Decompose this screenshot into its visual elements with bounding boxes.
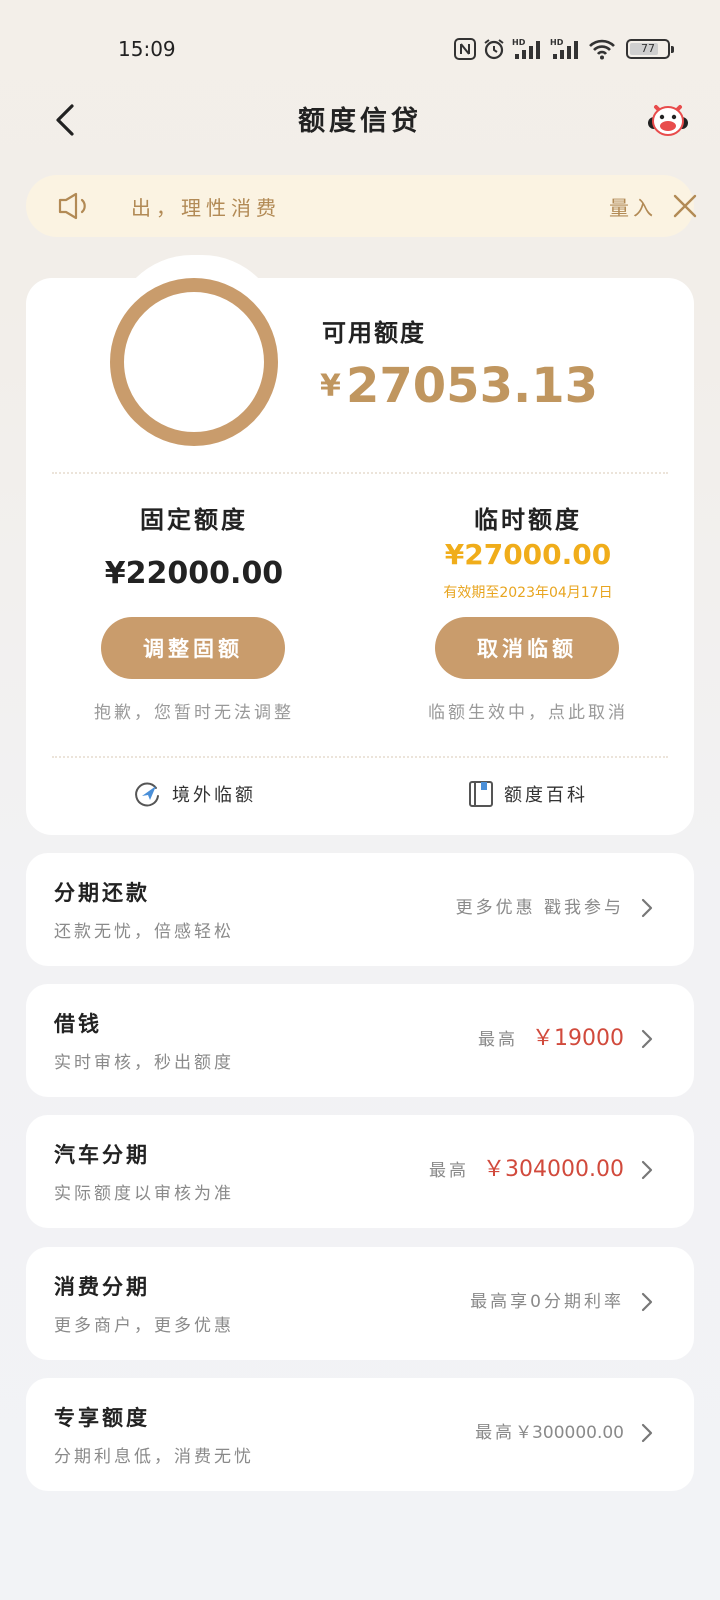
overseas-temp-credit-link[interactable]: 境外临额 [134, 780, 256, 808]
notice-link[interactable]: 量入 [609, 192, 657, 221]
service-highlight-amount: ￥304000.00 [483, 1157, 624, 1182]
service-car-installment[interactable]: 汽车分期 实际额度以审核为准 最高 ￥304000.00 [26, 1115, 694, 1228]
plane-globe-icon [135, 782, 159, 807]
alarm-icon [484, 39, 504, 60]
service-right-text: 最高￥300000.00 [475, 1418, 624, 1443]
close-icon[interactable] [672, 193, 698, 219]
temp-credit-title: 临时额度 [474, 505, 582, 534]
available-amount: ¥ 27053.13 [320, 358, 598, 414]
service-subtitle: 更多商户，更多优惠 [54, 1316, 234, 1336]
service-exclusive-credit[interactable]: 专享额度 分期利息低，消费无忧 最高￥300000.00 [26, 1378, 694, 1491]
service-consumer-installment[interactable]: 消费分期 更多商户，更多优惠 最高享0分期利率 [26, 1247, 694, 1360]
fixed-credit-title: 固定额度 [140, 505, 248, 534]
service-borrow[interactable]: 借钱 实时审核，秒出额度 最高 ￥19000 [26, 984, 694, 1097]
service-right-text: 最高 ￥19000 [478, 1020, 624, 1052]
service-title: 借钱 [54, 1011, 102, 1036]
credit-wiki-link[interactable]: 额度百科 [468, 780, 588, 808]
cancel-temp-button[interactable]: 取消临额 [435, 617, 619, 679]
battery-indicator: 77 [626, 39, 674, 59]
status-time: 15:09 [118, 37, 176, 61]
chevron-right-icon [641, 1160, 653, 1180]
service-subtitle: 还款无忧，倍感轻松 [54, 922, 234, 942]
available-label: 可用额度 [322, 318, 426, 347]
svg-text:HD: HD [550, 38, 564, 47]
service-right-label: 最高 [475, 1423, 516, 1443]
battery-level: 77 [641, 42, 655, 55]
nfc-icon [454, 38, 476, 60]
service-right-text: 最高享0分期利率 [470, 1287, 624, 1312]
available-currency: ¥ [320, 368, 341, 404]
nav-bar: 额度信贷 [0, 85, 720, 155]
service-title: 消费分期 [54, 1274, 150, 1299]
signal-hd-2-icon: HD [550, 38, 578, 59]
book-icon [469, 781, 493, 807]
credit-wiki-label: 额度百科 [504, 785, 588, 806]
divider [52, 756, 668, 758]
chevron-right-icon [641, 898, 653, 918]
chevron-right-icon [641, 1423, 653, 1443]
service-right-text: 最高 ￥304000.00 [429, 1151, 624, 1183]
svg-text:HD: HD [512, 38, 526, 47]
service-subtitle: 实际额度以审核为准 [54, 1184, 234, 1204]
chevron-right-icon [641, 1292, 653, 1312]
signal-hd-icon: HD [512, 38, 540, 59]
page-title: 额度信贷 [298, 106, 422, 137]
service-right-label: 最高 [429, 1161, 470, 1181]
service-highlight-amount: ￥300000.00 [515, 1423, 624, 1443]
service-right-label: 最高享0分期利率 [470, 1292, 624, 1312]
service-right-label: 最高 [478, 1030, 518, 1050]
service-title: 汽车分期 [54, 1142, 150, 1167]
notice-text: 出，理性消费 [131, 196, 281, 220]
fixed-credit-note: 抱歉，您暂时无法调整 [94, 703, 294, 723]
service-subtitle: 实时审核，秒出额度 [54, 1053, 234, 1073]
mascot-button[interactable] [644, 95, 692, 143]
adjust-fixed-button[interactable]: 调整固额 [101, 617, 285, 679]
service-highlight-amount: ￥19000 [532, 1026, 624, 1051]
speaker-icon [58, 192, 86, 220]
service-installment-repay[interactable]: 分期还款 还款无忧，倍感轻松 更多优惠 戳我参与 [26, 853, 694, 966]
credit-ring [110, 278, 278, 446]
service-title: 专享额度 [54, 1405, 150, 1430]
service-title: 分期还款 [54, 880, 150, 905]
service-right-text: 更多优惠 戳我参与 [456, 893, 624, 918]
overseas-temp-credit-label: 境外临额 [172, 785, 256, 806]
mascot-icon [648, 105, 688, 136]
wifi-icon [589, 39, 615, 60]
temp-credit-note[interactable]: 临额生效中，点此取消 [378, 698, 678, 723]
available-value: 27053.13 [345, 358, 598, 414]
divider [52, 472, 668, 474]
notice-bar[interactable]: 出，理性消费 量入 [26, 175, 697, 237]
chevron-right-icon [641, 1029, 653, 1049]
status-icons: HD HD 77 [454, 36, 674, 62]
temp-credit-amount: ¥27000.00 [444, 538, 612, 571]
temp-credit-valid-until: 有效期至2023年04月17日 [443, 585, 613, 601]
service-right-label: 更多优惠 戳我参与 [455, 898, 624, 918]
fixed-credit-amount: ¥22000.00 [104, 556, 284, 591]
service-subtitle: 分期利息低，消费无忧 [54, 1447, 254, 1467]
